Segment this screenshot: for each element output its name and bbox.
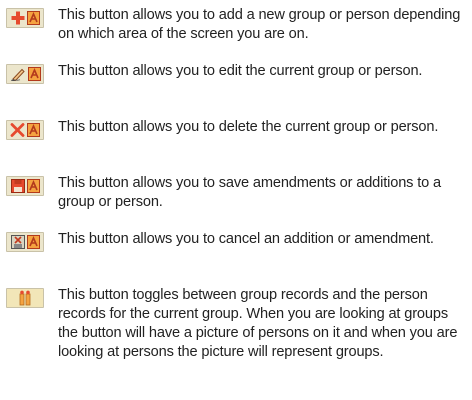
add-button-description: This button allows you to add a new grou… (58, 7, 461, 42)
delete-x-icon (10, 123, 25, 137)
save-button-description: This button allows you to save amendment… (58, 175, 441, 210)
cancel-button[interactable] (6, 232, 44, 252)
pencil-icon (10, 68, 25, 81)
person-card-icon (26, 235, 40, 249)
toggle-groups-button[interactable] (6, 288, 44, 308)
person-card-icon (27, 123, 40, 137)
edit-button[interactable] (6, 64, 44, 84)
floppy-disk-icon (10, 179, 25, 193)
person-card-icon (26, 11, 40, 25)
person-card-icon (26, 179, 40, 193)
plus-icon (11, 11, 24, 25)
groups-icon (19, 290, 31, 306)
cancel-button-description: This button allows you to cancel an addi… (58, 231, 434, 247)
person-card-icon (27, 67, 41, 81)
delete-button[interactable] (6, 120, 44, 140)
add-button[interactable] (6, 8, 44, 28)
edit-button-description: This button allows you to edit the curre… (58, 63, 423, 79)
toggle-button-description: This button toggles between group record… (58, 287, 458, 360)
save-button[interactable] (6, 176, 44, 196)
delete-button-description: This button allows you to delete the cur… (58, 119, 439, 135)
cancel-disk-icon (10, 235, 25, 249)
